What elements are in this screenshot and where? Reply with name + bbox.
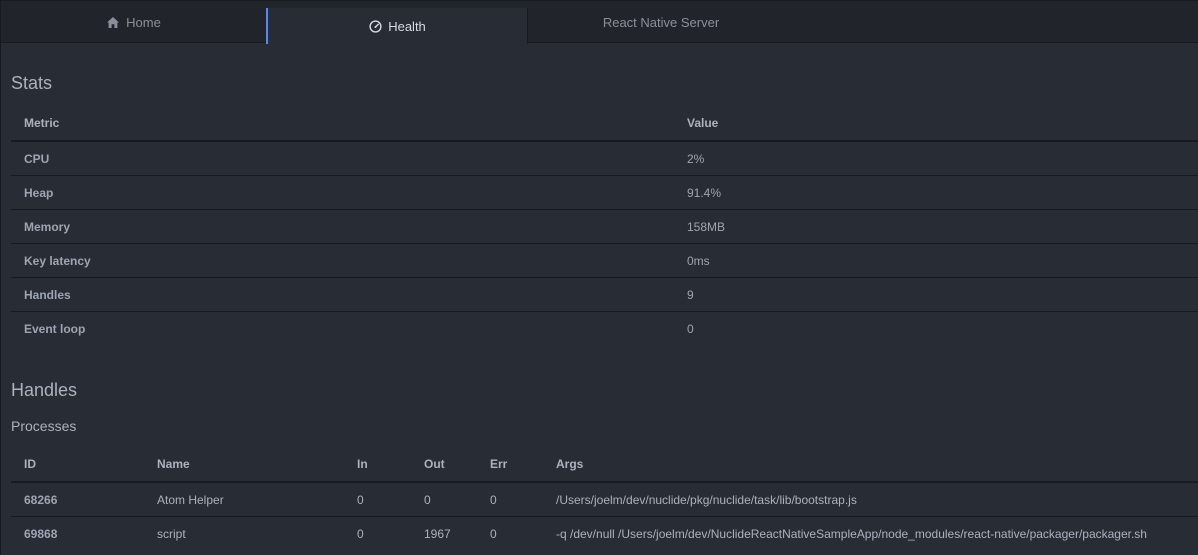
process-args: /Users/joelm/dev/nuclide/pkg/nuclide/tas… [543, 482, 1198, 517]
process-name: Atom Helper [144, 482, 344, 517]
tab-health-label: Health [388, 18, 426, 34]
process-id: 69868 [24, 526, 58, 541]
in-column-header[interactable]: In [344, 447, 411, 483]
tab-home[interactable]: Home [1, 1, 266, 43]
metric-column-header[interactable]: Metric [11, 106, 674, 142]
value-column-header[interactable]: Value [674, 106, 1198, 142]
table-row: Heap 91.4% [11, 175, 1198, 210]
args-column-header[interactable]: Args [543, 447, 1198, 483]
table-row: Memory 158MB [11, 209, 1198, 244]
err-column-header[interactable]: Err [477, 447, 543, 483]
tab-home-label: Home [126, 14, 161, 30]
metric-name: Key latency [11, 243, 674, 278]
processes-header-row: ID Name In Out Err Args [11, 447, 1198, 483]
handles-heading: Handles [11, 380, 78, 400]
metric-value: 9 [674, 277, 1198, 312]
metric-name: Handles [11, 277, 674, 312]
metric-name: Memory [11, 209, 674, 244]
metric-value: 0 [687, 321, 694, 336]
process-out: 0 [411, 482, 477, 517]
process-err: 0 [477, 482, 543, 517]
name-column-header[interactable]: Name [144, 447, 344, 483]
id-column-header[interactable]: ID [11, 447, 144, 483]
table-row: Key latency 0ms [11, 243, 1198, 278]
dashboard-icon [369, 19, 382, 33]
metric-value: 2% [674, 141, 1198, 176]
process-id: 68266 [11, 482, 144, 517]
processes-heading: Processes [11, 418, 77, 434]
stats-header-row: Metric Value [11, 106, 1198, 142]
table-row: Handles 9 [11, 277, 1198, 312]
metric-value: 158MB [674, 209, 1198, 244]
metric-name: CPU [11, 141, 674, 176]
stats-table: Metric Value CPU 2% Heap 91.4% Memory 15… [11, 106, 1198, 345]
process-out: 1967 [424, 526, 451, 541]
table-row: 69868 script 0 1967 0 -q /dev/null /User… [11, 517, 1198, 551]
home-icon [106, 16, 120, 29]
metric-value: 91.4% [674, 175, 1198, 210]
tab-health[interactable]: Health [266, 8, 528, 44]
tab-bar: Home Health React Native Server [1, 1, 1198, 44]
process-in: 0 [357, 526, 364, 541]
stats-heading: Stats [11, 73, 53, 93]
out-column-header[interactable]: Out [411, 447, 477, 483]
tab-react-native-server[interactable]: React Native Server [528, 1, 794, 43]
process-args: -q /dev/null /Users/joelm/dev/NuclideRea… [556, 526, 1147, 541]
health-panel: Home Health React Native Server Stats Me… [0, 0, 1198, 555]
metric-name: Heap [11, 175, 674, 210]
process-name: script [157, 526, 186, 541]
table-row: CPU 2% [11, 141, 1198, 176]
processes-table: ID Name In Out Err Args 68266 Atom Helpe… [11, 447, 1198, 550]
metric-value: 0ms [674, 243, 1198, 278]
table-row: 68266 Atom Helper 0 0 0 /Users/joelm/dev… [11, 482, 1198, 517]
metric-name: Event loop [24, 321, 86, 336]
process-err: 0 [490, 526, 497, 541]
tab-react-native-server-label: React Native Server [602, 14, 720, 30]
table-row: Event loop 0 [11, 312, 1198, 346]
process-in: 0 [344, 482, 411, 517]
